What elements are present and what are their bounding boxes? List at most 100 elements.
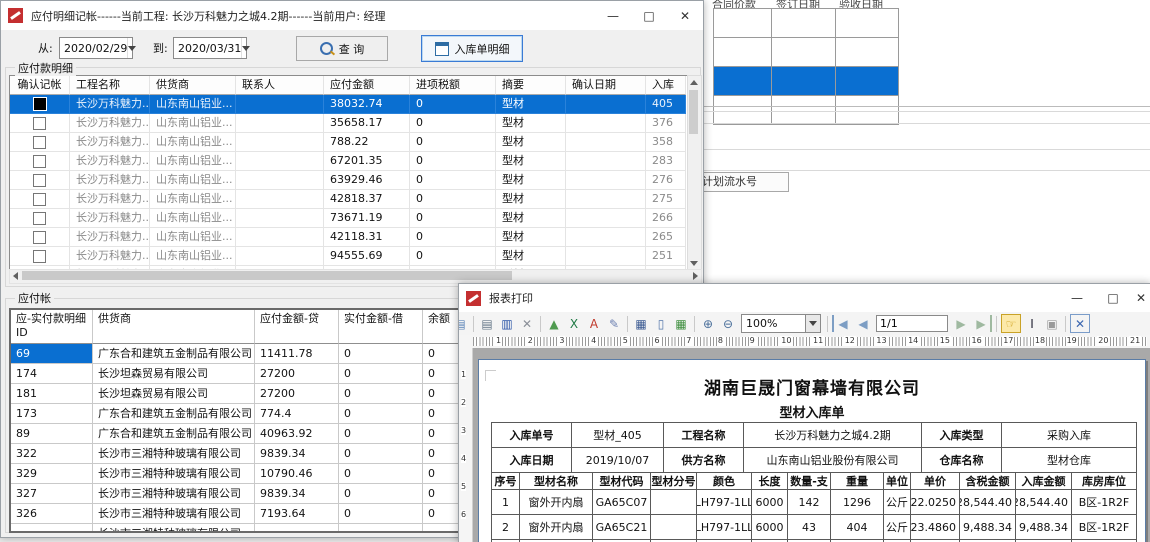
column-header[interactable]: 应-实付款明细ID <box>11 310 93 344</box>
table-row[interactable]: 173广东合和建筑五金制品有限公司774.400 <box>11 404 511 424</box>
table-row[interactable]: 长沙万科魅力...山东南山铝业...35658.170型材376 <box>10 114 688 133</box>
cell-confirm <box>10 171 70 190</box>
scrollbar-thumb[interactable] <box>22 271 512 280</box>
last-page-icon[interactable]: ▶ <box>972 315 992 332</box>
title-bar[interactable]: 应付明细记帐------当前工程: 长沙万科魅力之城4.2期------当前用户… <box>1 1 703 30</box>
table-row[interactable]: 69广东合和建筑五金制品有限公司11411.7800 <box>11 344 511 364</box>
confirm-checkbox[interactable] <box>33 193 46 206</box>
table-row[interactable]: 长沙万科魅力...山东南山铝业...63929.460型材276 <box>10 171 688 190</box>
table-row[interactable]: 长沙万科魅力...山东南山铝业...67201.350型材283 <box>10 152 688 171</box>
copy-page-icon[interactable]: ▣ <box>1043 315 1061 332</box>
minimize-button[interactable]: — <box>595 1 631 30</box>
bg-cell[interactable] <box>772 9 836 38</box>
to-date-select[interactable]: 2020/03/31 <box>173 37 247 59</box>
scroll-down-icon[interactable] <box>690 261 698 266</box>
inbound-detail-button[interactable]: 入库单明细 <box>421 35 523 62</box>
table-row[interactable]: 长沙万科魅力...山东南山铝业...42118.310型材265 <box>10 228 688 247</box>
maximize-button[interactable]: □ <box>631 1 667 30</box>
next-page-icon[interactable]: ▶ <box>952 315 970 332</box>
column-header[interactable]: 供货商 <box>93 310 255 344</box>
confirm-checkbox[interactable] <box>33 136 46 149</box>
table-header[interactable]: 应-实付款明细ID供货商应付金额-贷实付金额-借余额 <box>11 310 511 344</box>
table-row[interactable]: 长沙万科魅力...山东南山铝业...42818.370型材275 <box>10 190 688 209</box>
column-header[interactable]: 应付金额 <box>324 76 410 95</box>
table-row[interactable]: 181长沙坦森贸易有限公司2720000 <box>11 384 511 404</box>
table-row[interactable]: 329长沙市三湘特种玻璃有限公司10790.4600 <box>11 464 511 484</box>
single-page-icon[interactable]: ▯ <box>652 315 670 332</box>
bg-cell[interactable] <box>772 38 836 67</box>
column-header[interactable]: 入库 <box>646 76 686 95</box>
scroll-left-icon[interactable] <box>13 272 18 280</box>
chevron-down-icon[interactable] <box>241 38 250 58</box>
scroll-up-icon[interactable] <box>690 80 698 85</box>
close-button[interactable]: ✕ <box>667 1 703 30</box>
bg-cell[interactable] <box>714 9 772 38</box>
zoom-select[interactable]: 100% <box>741 314 821 333</box>
table-row[interactable]: 322长沙市三湘特种玻璃有限公司9839.3400 <box>11 444 511 464</box>
zoom-out-icon[interactable]: ⊖ <box>719 315 737 332</box>
column-header[interactable]: 实付金额-借 <box>339 310 423 344</box>
horizontal-scrollbar[interactable] <box>9 269 702 284</box>
multi-page-icon[interactable]: ▦ <box>672 315 690 332</box>
title-bar[interactable]: 报表打印 — □ ✕ <box>459 284 1150 312</box>
text-select-icon[interactable]: I <box>1023 315 1041 332</box>
print-settings-icon[interactable]: ✕ <box>518 315 536 332</box>
column-header[interactable]: 进项税额 <box>410 76 496 95</box>
column-header[interactable]: 工程名称 <box>70 76 150 95</box>
edit-report-icon[interactable]: ✎ <box>605 315 623 332</box>
table-row[interactable]: 长沙市三湘特种玻璃有限公司 <box>11 524 511 533</box>
chevron-down-icon[interactable] <box>127 38 136 58</box>
confirm-checkbox[interactable] <box>33 117 46 130</box>
bg-cell[interactable] <box>714 67 772 96</box>
close-preview-icon[interactable]: ✕ <box>1070 314 1090 333</box>
column-header[interactable]: 应付金额-贷 <box>255 310 339 344</box>
table-header[interactable]: 确认记帐工程名称供货商联系人应付金额进项税额摘要确认日期入库 <box>10 76 688 95</box>
chevron-down-icon[interactable] <box>805 315 820 332</box>
confirm-checkbox[interactable] <box>33 174 46 187</box>
print-icon[interactable]: ▤ <box>478 315 496 332</box>
confirm-checkbox[interactable] <box>33 155 46 168</box>
prev-page-icon[interactable]: ◀ <box>854 315 872 332</box>
table-row[interactable]: 89广东合和建筑五金制品有限公司40963.9200 <box>11 424 511 444</box>
export-up-icon[interactable]: ▲ <box>545 315 563 332</box>
table-row[interactable]: 174长沙坦森贸易有限公司2720000 <box>11 364 511 384</box>
confirm-checkbox[interactable] <box>33 231 46 244</box>
first-page-icon[interactable]: ◀ <box>832 315 852 332</box>
scrollbar-thumb[interactable] <box>689 90 698 134</box>
bg-cell[interactable] <box>836 38 899 67</box>
toc-pane-icon[interactable]: ▤ <box>458 315 469 332</box>
table-row[interactable]: 长沙万科魅力...山东南山铝业...94555.690型材251 <box>10 247 688 266</box>
table-row[interactable]: 长沙万科魅力...山东南山铝业...788.220型材358 <box>10 133 688 152</box>
column-header[interactable]: 确认记帐 <box>10 76 70 95</box>
pdf-export-icon[interactable]: A <box>585 315 603 332</box>
from-date-select[interactable]: 2020/02/29 <box>59 37 133 59</box>
bg-table[interactable] <box>713 8 899 125</box>
minimize-button[interactable]: — <box>1059 284 1095 312</box>
bg-cell[interactable] <box>836 9 899 38</box>
table-row[interactable]: 327长沙市三湘特种玻璃有限公司9839.3400 <box>11 484 511 504</box>
bg-cell[interactable] <box>714 38 772 67</box>
save-icon[interactable]: ▦ <box>632 315 650 332</box>
bg-cell[interactable] <box>772 67 836 96</box>
confirm-checkbox[interactable] <box>33 250 46 263</box>
table-row[interactable]: 长沙万科魅力...山东南山铝业...73671.190型材266 <box>10 209 688 228</box>
column-header[interactable]: 联系人 <box>236 76 324 95</box>
table-row[interactable]: 326长沙市三湘特种玻璃有限公司7193.6400 <box>11 504 511 524</box>
column-header[interactable]: 供货商 <box>150 76 236 95</box>
confirm-checkbox[interactable] <box>34 98 46 110</box>
confirm-checkbox[interactable] <box>33 212 46 225</box>
close-button[interactable]: ✕ <box>1131 284 1150 312</box>
column-header[interactable]: 确认日期 <box>566 76 646 95</box>
query-button[interactable]: 查 询 <box>296 36 388 61</box>
excel-export-icon[interactable]: X <box>565 315 583 332</box>
hand-tool-icon[interactable]: ☞ <box>1001 314 1021 333</box>
page-number-input[interactable] <box>876 315 948 332</box>
table-row[interactable]: 长沙万科魅力...山东南山铝业...38032.740型材405 <box>10 95 688 114</box>
maximize-button[interactable]: □ <box>1095 284 1131 312</box>
column-header[interactable]: 摘要 <box>496 76 566 95</box>
zoom-in-icon[interactable]: ⊕ <box>699 315 717 332</box>
vertical-scrollbar[interactable] <box>687 75 702 271</box>
bg-cell[interactable] <box>836 67 899 96</box>
scroll-right-icon[interactable] <box>693 272 698 280</box>
book-preview-icon[interactable]: ▥ <box>498 315 516 332</box>
